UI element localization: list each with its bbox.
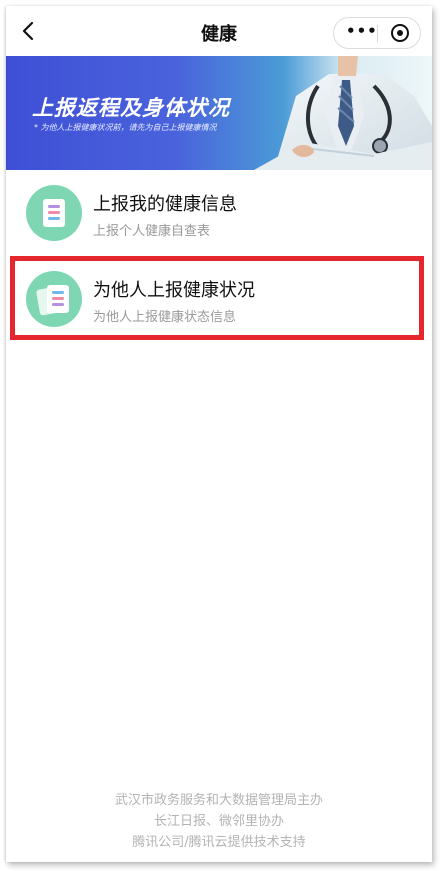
list-item-report-self[interactable]: 上报我的健康信息 上报个人健康自查表 [6, 170, 432, 258]
doctor-illustration [254, 56, 432, 170]
more-button[interactable]: ••• [334, 18, 377, 48]
item-subtitle: 上报个人健康自查表 [93, 224, 211, 239]
item-title: 为他人上报健康状况 [93, 280, 255, 301]
item-title: 上报我的健康信息 [93, 194, 237, 215]
nav-bar: 健康 ••• [6, 6, 432, 56]
banner-subtitle: * 为他人上报健康状况前，请先为自己上报健康情况 [34, 123, 217, 132]
footer: 武汉市政务服务和大数据管理局主办 长江日报、微邻里协办 腾讯公司/腾讯云提供技术… [6, 790, 432, 853]
footer-line-support: 腾讯公司/腾讯云提供技术支持 [132, 835, 306, 850]
banner: 上报返程及身体状况 * 为他人上报健康状况前，请先为自己上报健康情况 [6, 56, 432, 170]
close-button[interactable] [378, 18, 421, 48]
health-form-icon [26, 185, 82, 241]
item-subtitle: 为他人上报健康状态信息 [93, 310, 237, 325]
footer-line-coorganizer: 长江日报、微邻里协办 [153, 814, 284, 829]
footer-line-organizer: 武汉市政务服务和大数据管理局主办 [114, 793, 323, 808]
mini-program-capsule: ••• [333, 17, 421, 49]
banner-title: 上报返程及身体状况 [32, 96, 230, 120]
others-form-icon [26, 271, 82, 327]
phone-screen: 健康 ••• 上报返程及身体状况 * 为他人上报健康状况前，请先为自己上报健康情… [6, 6, 432, 862]
more-icon: ••• [346, 22, 378, 40]
list-item-report-others[interactable]: 为他人上报健康状况 为他人上报健康状态信息 [6, 256, 432, 344]
